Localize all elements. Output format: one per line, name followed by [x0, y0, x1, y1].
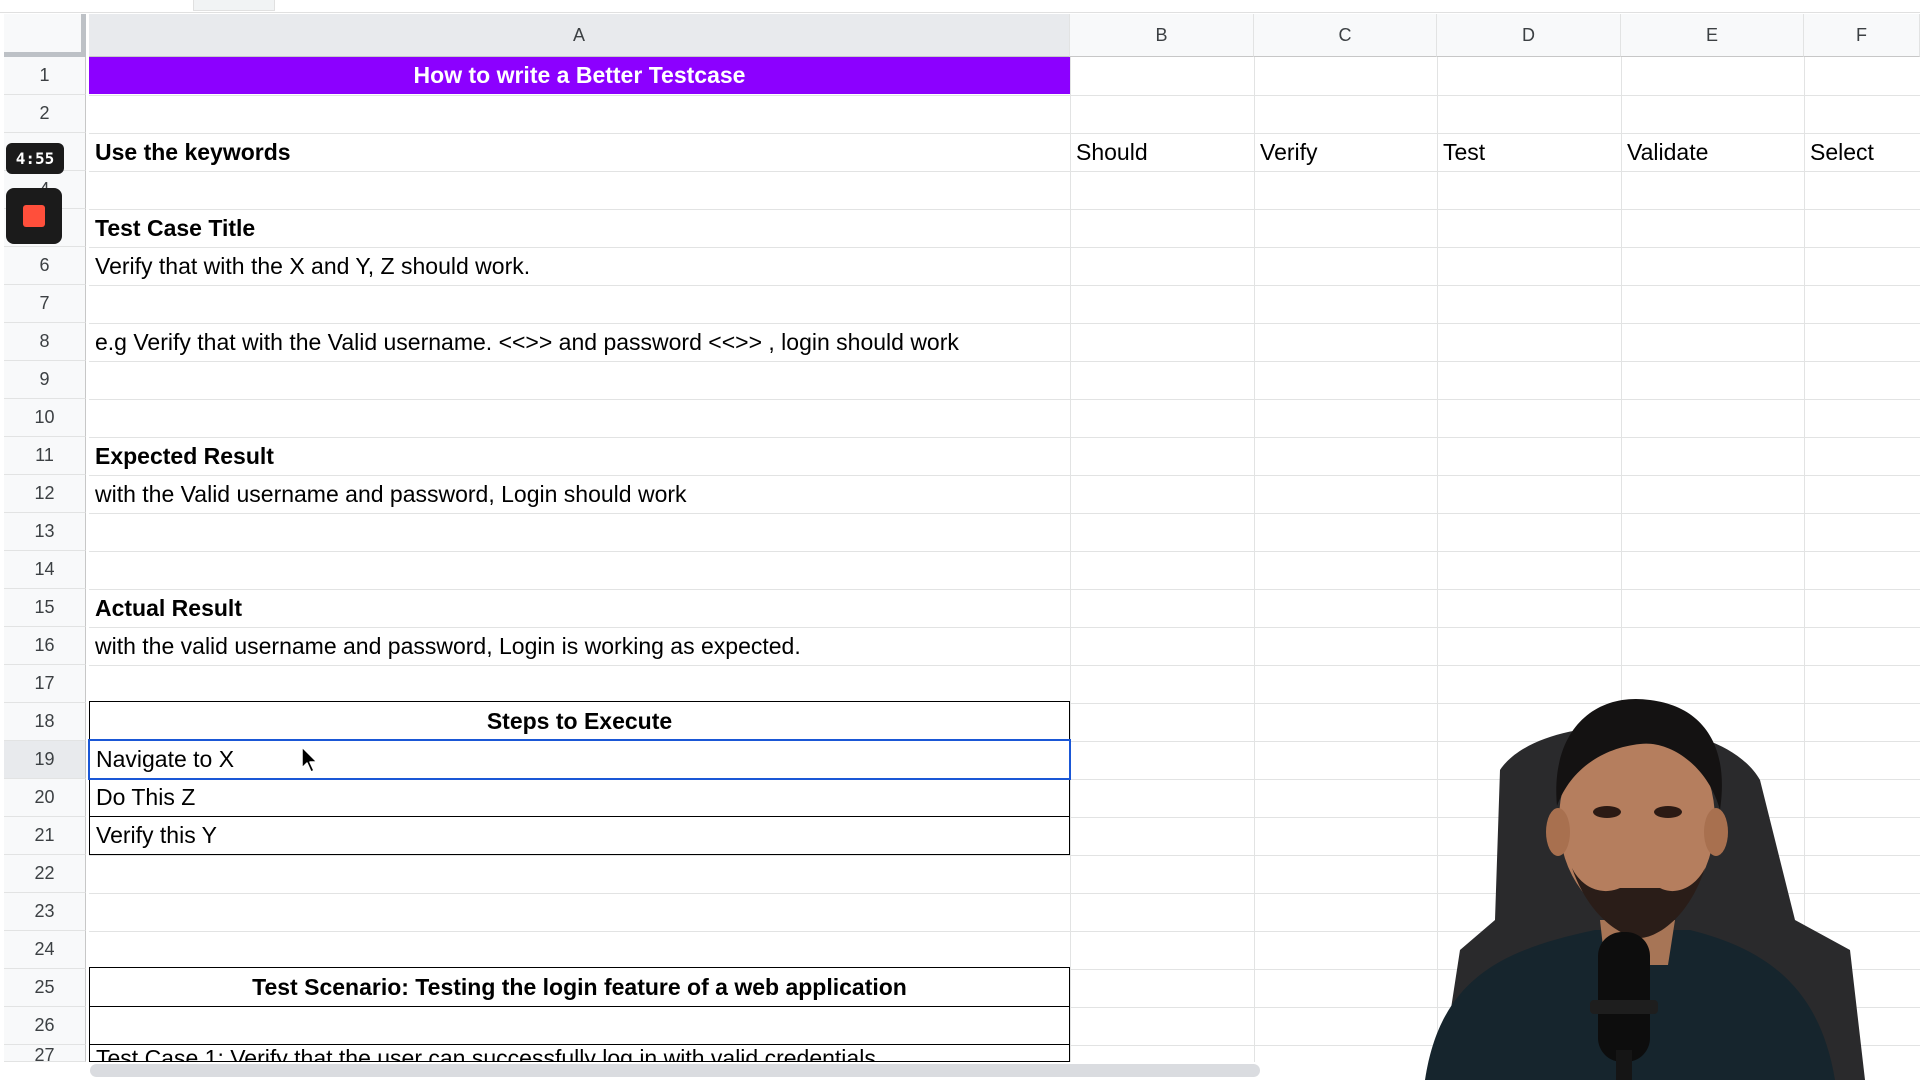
mouse-pointer-icon — [301, 746, 318, 773]
cell-a25-scenario[interactable]: Test Scenario: Testing the login feature… — [89, 967, 1070, 1007]
cell-a27[interactable]: Test Case 1: Verify that the user can su… — [89, 1044, 1070, 1062]
toolbar-strip — [0, 0, 1920, 13]
cell-a12[interactable]: with the Valid username and password, Lo… — [89, 475, 1070, 513]
grid-line — [89, 171, 1920, 172]
col-header-d[interactable]: D — [1437, 14, 1621, 57]
row-header-7[interactable]: 7 — [4, 285, 86, 323]
grid-line — [89, 95, 1920, 96]
row-header-8[interactable]: 8 — [4, 323, 86, 361]
cell-a26[interactable] — [89, 1006, 1070, 1045]
toolbar-ghost-item — [193, 0, 275, 11]
cell-a6[interactable]: Verify that with the X and Y, Z should w… — [89, 247, 1070, 285]
cell-d3[interactable]: Test — [1437, 133, 1621, 171]
row-header-2[interactable]: 2 — [4, 95, 86, 133]
cell-a5[interactable]: Test Case Title — [89, 209, 1070, 247]
grid-line — [1254, 57, 1255, 1062]
row-header-6[interactable]: 6 — [4, 247, 86, 285]
row-header-21[interactable]: 21 — [4, 817, 86, 855]
cell-a20[interactable]: Do This Z — [89, 778, 1070, 817]
grid-line — [89, 513, 1920, 514]
row-header-11[interactable]: 11 — [4, 437, 86, 475]
row-header-14[interactable]: 14 — [4, 551, 86, 589]
row-header-25[interactable]: 25 — [4, 969, 86, 1007]
cell-a3[interactable]: Use the keywords — [89, 133, 1070, 171]
row-header-15[interactable]: 15 — [4, 589, 86, 627]
cell-a16[interactable]: with the valid username and password, Lo… — [89, 627, 1070, 665]
col-header-a[interactable]: A — [89, 14, 1070, 57]
row-header-22[interactable]: 22 — [4, 855, 86, 893]
cell-f3[interactable]: Select — [1804, 133, 1920, 171]
horizontal-scrollbar[interactable] — [90, 1064, 1260, 1077]
cell-a11[interactable]: Expected Result — [89, 437, 1070, 475]
row-header-17[interactable]: 17 — [4, 665, 86, 703]
row-header-9[interactable]: 9 — [4, 361, 86, 399]
cell-a8[interactable]: e.g Verify that with the Valid username.… — [89, 323, 1289, 361]
grid-line — [89, 361, 1920, 362]
col-header-b[interactable]: B — [1070, 14, 1254, 57]
grid-line — [89, 285, 1920, 286]
select-all-corner[interactable] — [4, 14, 86, 57]
cell-a18-steps-header[interactable]: Steps to Execute — [89, 701, 1070, 741]
row-header-18[interactable]: 18 — [4, 703, 86, 741]
stop-icon — [23, 205, 45, 227]
row-header-26[interactable]: 26 — [4, 1007, 86, 1045]
row-header-1[interactable]: 1 — [4, 57, 86, 95]
row-header-10[interactable]: 10 — [4, 399, 86, 437]
cell-a21[interactable]: Verify this Y — [89, 816, 1070, 855]
cell-a15[interactable]: Actual Result — [89, 589, 1070, 627]
active-cell-selection — [88, 739, 1071, 780]
grid-line — [89, 399, 1920, 400]
row-header-20[interactable]: 20 — [4, 779, 86, 817]
webcam-overlay — [1425, 698, 1865, 1080]
col-header-e[interactable]: E — [1621, 14, 1804, 57]
row-header-16[interactable]: 16 — [4, 627, 86, 665]
stop-recording-button[interactable] — [6, 188, 62, 244]
row-header-27[interactable]: 27 — [4, 1045, 86, 1065]
row-header-13[interactable]: 13 — [4, 513, 86, 551]
col-header-c[interactable]: C — [1254, 14, 1437, 57]
cell-e3[interactable]: Validate — [1621, 133, 1804, 171]
cell-a1-title[interactable]: How to write a Better Testcase — [89, 57, 1070, 94]
cell-b3[interactable]: Should — [1070, 133, 1254, 171]
grid-line — [1070, 57, 1071, 1062]
grid-line — [89, 551, 1920, 552]
recording-timer: 4:55 — [6, 143, 64, 174]
row-header-19[interactable]: 19 — [4, 741, 86, 779]
cell-c3[interactable]: Verify — [1254, 133, 1437, 171]
col-header-f[interactable]: F — [1804, 14, 1920, 57]
row-header-24[interactable]: 24 — [4, 931, 86, 969]
row-header-23[interactable]: 23 — [4, 893, 86, 931]
row-header-12[interactable]: 12 — [4, 475, 86, 513]
